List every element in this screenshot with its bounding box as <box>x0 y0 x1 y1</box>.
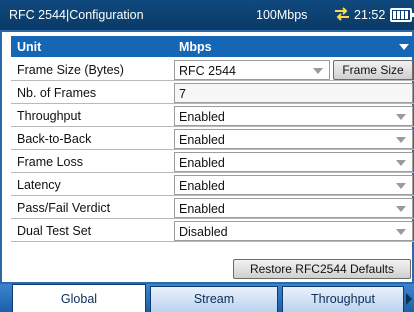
battery-icon <box>390 8 414 22</box>
chevron-down-icon <box>396 114 406 120</box>
tab-throughput[interactable]: Throughput <box>282 286 404 312</box>
frame-size-select[interactable]: RFC 2544 <box>174 60 330 80</box>
pass-fail-select[interactable]: Enabled <box>174 198 413 218</box>
throughput-value: Enabled <box>179 110 225 124</box>
unit-value: Mbps <box>179 40 212 54</box>
nb-frames-value: 7 <box>179 87 186 101</box>
throughput-label: Throughput <box>17 109 81 123</box>
chevron-down-icon <box>396 137 406 143</box>
dual-test-set-select[interactable]: Disabled <box>174 221 413 241</box>
frame-loss-select[interactable]: Enabled <box>174 152 413 172</box>
latency-select[interactable]: Enabled <box>174 175 413 195</box>
tab-bar: Global Stream Throughput <box>0 284 414 312</box>
pass-fail-value: Enabled <box>179 202 225 216</box>
frame-size-label: Frame Size (Bytes) <box>17 63 124 77</box>
throughput-select[interactable]: Enabled <box>174 106 413 126</box>
frame-size-value: RFC 2544 <box>179 64 236 78</box>
chevron-down-icon <box>396 183 406 189</box>
tab-stream[interactable]: Stream <box>150 286 278 312</box>
unit-label: Unit <box>17 40 42 54</box>
restore-defaults-button[interactable]: Restore RFC2544 Defaults <box>233 259 411 279</box>
latency-value: Enabled <box>179 179 225 193</box>
frame-loss-value: Enabled <box>179 156 225 170</box>
page-title: RFC 2544|Configuration <box>9 8 144 22</box>
back-to-back-value: Enabled <box>179 133 225 147</box>
nb-frames-label: Nb. of Frames <box>17 86 97 100</box>
tab-global[interactable]: Global <box>12 284 146 312</box>
row-latency: Latency Enabled <box>11 174 414 196</box>
chevron-down-icon <box>396 160 406 166</box>
latency-label: Latency <box>17 178 61 192</box>
nb-frames-field[interactable]: 7 <box>174 83 413 103</box>
back-to-back-select[interactable]: Enabled <box>174 129 413 149</box>
chevron-down-icon <box>396 206 406 212</box>
link-arrows-icon <box>334 7 350 21</box>
chevron-down-icon <box>399 44 409 50</box>
row-frame-size: Frame Size (Bytes) RFC 2544 Frame Size <box>11 59 414 81</box>
link-speed: 100Mbps <box>256 8 308 22</box>
frame-loss-label: Frame Loss <box>17 155 83 169</box>
dual-test-set-value: Disabled <box>179 225 228 239</box>
title-bar: RFC 2544|Configuration 100Mbps 21:52 <box>0 0 414 30</box>
frame-size-button[interactable]: Frame Size <box>333 60 413 80</box>
chevron-down-icon <box>396 229 406 235</box>
back-to-back-label: Back-to-Back <box>17 132 92 146</box>
row-throughput: Throughput Enabled <box>11 105 414 127</box>
scroll-right-icon[interactable] <box>406 293 412 305</box>
row-dual-test-set: Dual Test Set Disabled <box>11 220 414 242</box>
row-frame-loss: Frame Loss Enabled <box>11 151 414 173</box>
dual-test-set-label: Dual Test Set <box>17 224 92 238</box>
row-back-to-back: Back-to-Back Enabled <box>11 128 414 150</box>
unit-selector[interactable]: Unit Mbps <box>11 36 414 57</box>
clock: 21:52 <box>354 8 386 22</box>
pass-fail-label: Pass/Fail Verdict <box>17 201 111 215</box>
row-nb-frames: Nb. of Frames 7 <box>11 82 414 104</box>
chevron-down-icon <box>313 68 323 74</box>
row-pass-fail-verdict: Pass/Fail Verdict Enabled <box>11 197 414 219</box>
